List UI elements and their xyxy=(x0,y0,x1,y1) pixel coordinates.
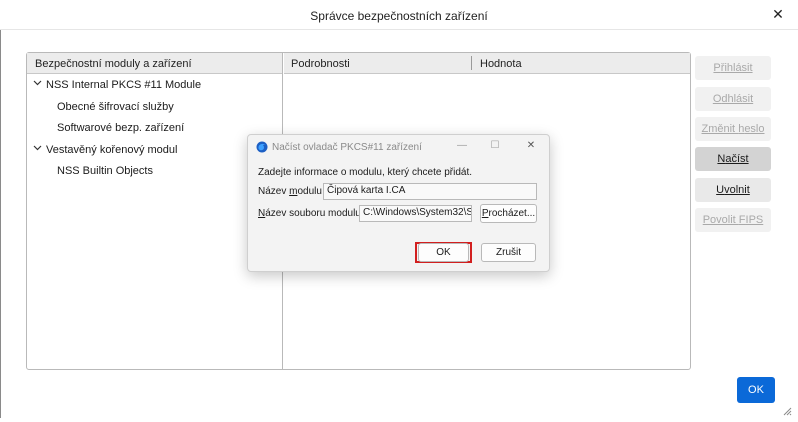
btn-text: ihlásit xyxy=(724,62,753,74)
tree-item-label: NSS Internal PKCS #11 Module xyxy=(46,79,202,91)
title-bar: Správce bezpečnostních zařízení ✕ xyxy=(0,0,798,30)
tree-header-label: Bezpečnostní moduly a zařízení xyxy=(35,58,192,70)
btn-text: rocházet... xyxy=(488,208,536,219)
btn-text: eslo xyxy=(744,123,765,135)
change-password-button[interactable]: Změnit heslo xyxy=(695,117,771,141)
module-file-input[interactable]: C:\Windows\System32\SecureStoreCSP11.dll xyxy=(359,205,472,222)
btn-text: ačíst xyxy=(725,153,749,165)
dialog-ok-button[interactable]: OK xyxy=(418,243,469,262)
module-name-label: Název modulu xyxy=(258,186,322,197)
details-header: Podrobnosti Hodnota xyxy=(284,53,690,74)
btn-text: IPS xyxy=(745,214,764,226)
resize-grip-icon[interactable] xyxy=(782,406,792,416)
module-name-input[interactable]: Čipová karta I.CA xyxy=(323,183,537,200)
window-edge xyxy=(0,30,3,418)
tree-item-nss-internal[interactable]: NSS Internal PKCS #11 Module xyxy=(27,76,282,96)
tree-item-label: NSS Builtin Objects xyxy=(57,165,153,177)
btn-text: volnit xyxy=(724,184,750,196)
dialog-title-bar: Načíst ovladač PKCS#11 zařízení — ☐ ✕ xyxy=(248,135,549,159)
enable-fips-button[interactable]: Povolit FIPS xyxy=(695,208,771,232)
btn-accel: F xyxy=(738,214,746,226)
tree-item-label: Obecné šifrovací služby xyxy=(57,101,174,113)
tree-item-builtin-root[interactable]: Vestavěný kořenový modul xyxy=(27,141,282,161)
btn-accel: U xyxy=(716,184,725,196)
close-icon[interactable]: ✕ xyxy=(770,6,786,22)
maximize-icon[interactable]: ☐ xyxy=(488,139,502,153)
window-title: Správce bezpečnostních zařízení xyxy=(310,9,488,23)
dialog-title: Načíst ovladač PKCS#11 zařízení xyxy=(272,142,422,153)
tree-item-label: Softwarové bezp. zařízení xyxy=(57,122,185,134)
label-text: ázev souboru modulu xyxy=(265,208,361,219)
minimize-icon[interactable]: — xyxy=(455,139,469,153)
details-header-label[interactable]: Podrobnosti xyxy=(291,58,350,70)
tree-item-label: Vestavěný kořenový modul xyxy=(46,144,178,156)
btn-text: dhlásit xyxy=(721,93,754,105)
value-header-label[interactable]: Hodnota xyxy=(480,58,522,70)
dialog-instructions: Zadejte informace o modulu, který chcete… xyxy=(258,167,472,178)
tree-item-software-device[interactable]: Softwarové bezp. zařízení xyxy=(27,119,282,139)
browse-button[interactable]: Procházet... xyxy=(480,204,537,223)
firefox-icon xyxy=(256,141,268,153)
dialog-cancel-button[interactable]: Zrušit xyxy=(481,243,536,262)
tree-item-generic-crypto[interactable]: Obecné šifrovací služby xyxy=(27,98,282,118)
ok-button[interactable]: OK xyxy=(737,377,775,403)
label-text: odulu xyxy=(297,186,322,197)
module-file-label: Název souboru modulu xyxy=(258,208,361,219)
chevron-down-icon[interactable] xyxy=(33,78,43,89)
column-separator[interactable] xyxy=(471,56,472,70)
load-pkcs11-dialog: Načíst ovladač PKCS#11 zařízení — ☐ ✕ Za… xyxy=(247,134,550,272)
close-icon[interactable]: ✕ xyxy=(524,139,538,153)
unload-button[interactable]: Uvolnit xyxy=(695,178,771,202)
devices-tree: Bezpečnostní moduly a zařízení NSS Inter… xyxy=(27,53,283,369)
btn-text: Povolit xyxy=(702,214,739,226)
btn-text: P xyxy=(713,62,721,74)
load-button[interactable]: Načíst xyxy=(695,147,771,171)
login-button[interactable]: Přihlásit xyxy=(695,56,771,80)
chevron-down-icon[interactable] xyxy=(33,143,43,154)
btn-text: Změnit xyxy=(701,123,739,135)
label-text: Název xyxy=(258,186,290,197)
tree-header[interactable]: Bezpečnostní moduly a zařízení xyxy=(27,53,282,74)
logout-button[interactable]: Odhlásit xyxy=(695,87,771,111)
tree-item-nss-builtin-objects[interactable]: NSS Builtin Objects xyxy=(27,162,282,182)
